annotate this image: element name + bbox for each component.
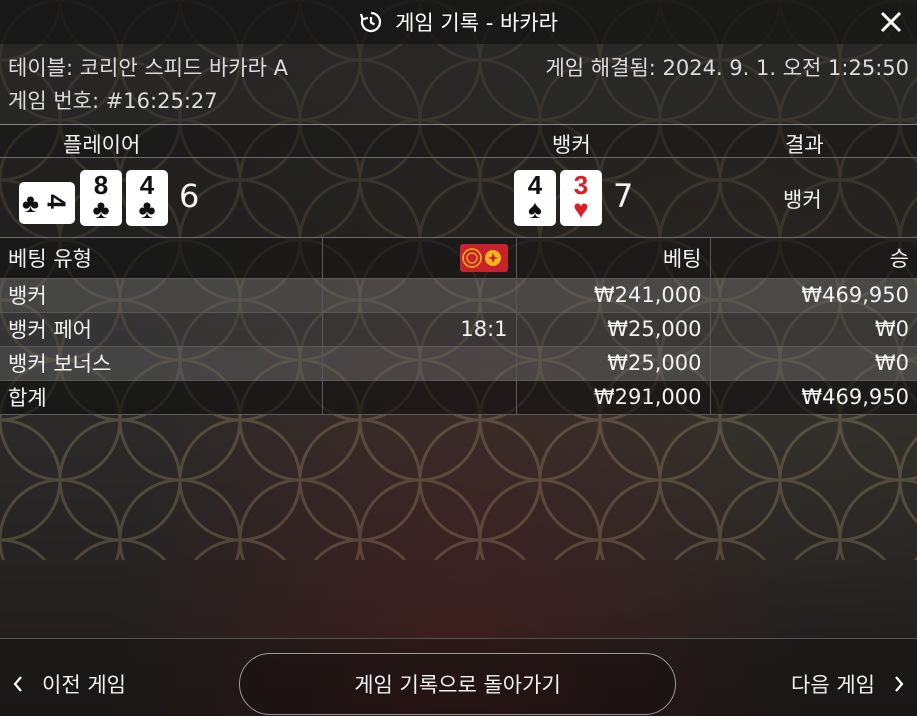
player-score: 6: [179, 177, 200, 215]
card-suit: ♣: [92, 194, 110, 224]
card-suit: ♣: [138, 194, 156, 224]
win-amount: ₩0: [710, 312, 917, 347]
win-amount: ₩0: [710, 346, 917, 381]
bet-odds: [322, 346, 517, 381]
result-header-label: 결과: [785, 133, 824, 157]
total-odds: [322, 380, 517, 415]
close-button[interactable]: [875, 6, 907, 38]
player-card-2: 8 ♣: [80, 170, 122, 226]
bet-type: 뱅커 페어: [0, 312, 323, 347]
bet-amount: ₩25,000: [516, 346, 711, 381]
player-card-3: 4 ♣: [126, 170, 168, 226]
card-suit: ♣: [22, 188, 40, 218]
side-bet-chip-icon: [459, 243, 508, 272]
win-amount: ₩469,950: [710, 278, 917, 313]
side-bet-header: [322, 238, 517, 279]
result-header: 플레이어 뱅커 결과: [0, 124, 917, 158]
bet-type: 뱅커: [0, 278, 323, 313]
bets-table: 베팅 유형 베팅 승 뱅커 ₩241,000 ₩469,950 뱅커 페어 18…: [0, 238, 917, 415]
history-icon: [360, 11, 382, 33]
previous-game-button[interactable]: 이전 게임: [12, 669, 126, 699]
table-row: 뱅커 ₩241,000 ₩469,950: [0, 278, 917, 313]
banker-score: 7: [613, 177, 634, 215]
previous-game-label: 이전 게임: [42, 673, 126, 697]
next-game-button[interactable]: 다음 게임: [791, 669, 905, 699]
bet-amount: ₩241,000: [516, 278, 711, 313]
player-header: 플레이어: [63, 133, 141, 157]
game-result: 뱅커: [783, 188, 822, 212]
resolved-time: 게임 해결됨: 2024. 9. 1. 오전 1:25:50: [545, 56, 909, 80]
table-row: 뱅커 페어 18:1 ₩25,000 ₩0: [0, 312, 917, 347]
card-suit: ♥: [573, 194, 589, 224]
card-suit: ♠: [528, 194, 542, 224]
back-to-history-button[interactable]: 게임 기록으로 돌아가기: [239, 653, 676, 715]
back-to-history-label: 게임 기록으로 돌아가기: [354, 673, 561, 697]
chevron-right-icon: [895, 676, 904, 692]
banker-card-1: 4 ♠: [514, 170, 556, 226]
bet-type: 뱅커 보너스: [0, 346, 323, 381]
chevron-left-icon: [13, 676, 22, 692]
bet-odds: 18:1: [322, 312, 517, 347]
player-card-1: ♣ 4: [19, 182, 75, 224]
next-game-label: 다음 게임: [791, 673, 875, 697]
total-win: ₩469,950: [710, 380, 917, 415]
game-info: 테이블: 코리안 스피드 바카라 A 게임 번호: #16:25:27 게임 해…: [0, 44, 917, 124]
card-rank: 4: [41, 194, 72, 209]
bet-amount: ₩25,000: [516, 312, 711, 347]
bet-header: 베팅: [516, 238, 711, 279]
total-row: 합계 ₩291,000 ₩469,950: [0, 380, 917, 415]
total-label: 합계: [0, 380, 323, 415]
win-header: 승: [710, 238, 917, 279]
banker-card-2: 3 ♥: [560, 170, 602, 226]
bet-odds: [322, 278, 517, 313]
game-number: 게임 번호: #16:25:27: [8, 89, 218, 113]
table-row: 뱅커 보너스 ₩25,000 ₩0: [0, 346, 917, 381]
title-bar: 게임 기록 - 바카라: [0, 0, 917, 44]
bet-type-header: 베팅 유형: [0, 238, 323, 279]
banker-header: 뱅커: [552, 133, 591, 157]
footer-nav: 이전 게임 게임 기록으로 돌아가기 다음 게임: [0, 638, 917, 716]
close-icon: [880, 11, 902, 33]
bets-table-header: 베팅 유형 베팅 승: [0, 238, 917, 279]
total-bet: ₩291,000: [516, 380, 711, 415]
page-title: 게임 기록 - 바카라: [395, 11, 558, 35]
table-name: 테이블: 코리안 스피드 바카라 A: [8, 56, 288, 80]
